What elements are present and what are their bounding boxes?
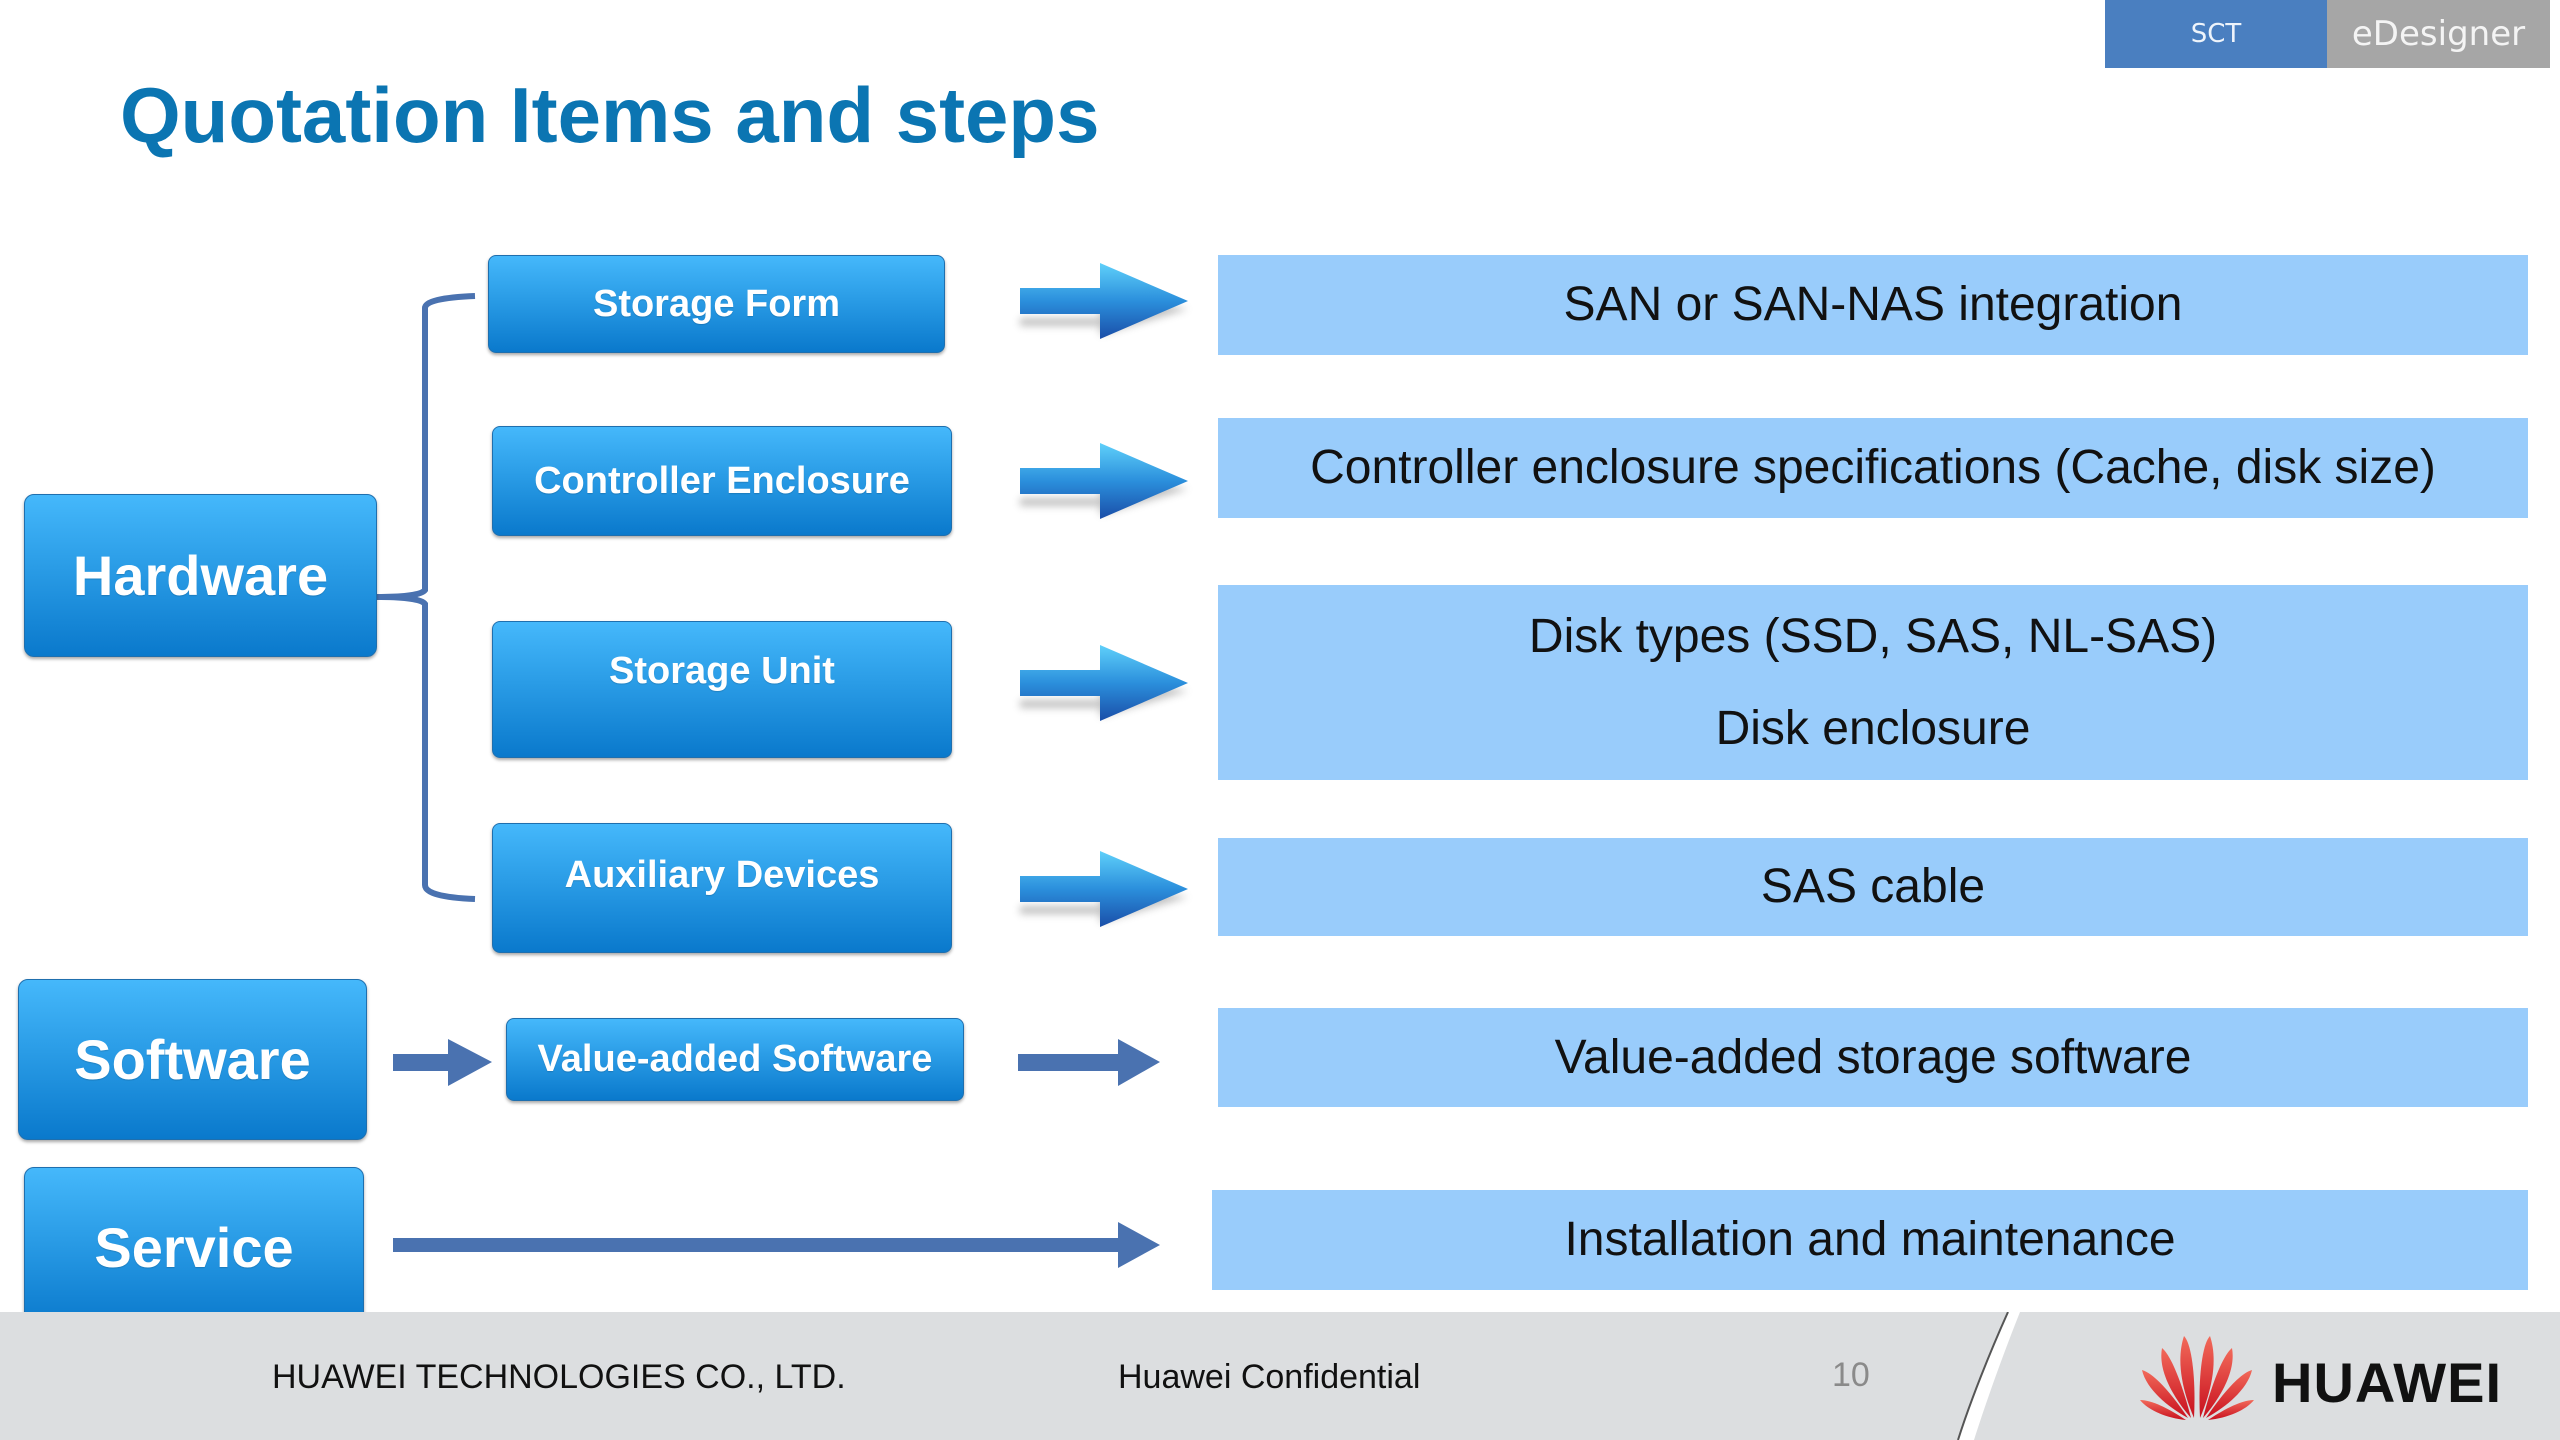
category-software[interactable]: Software (18, 979, 367, 1140)
description-text: Value-added storage software (1554, 1030, 2192, 1084)
item-auxiliary-devices[interactable]: Auxiliary Devices (492, 823, 952, 953)
description-auxiliary-devices: SAS cable (1218, 838, 2528, 936)
item-value-added-software[interactable]: Value-added Software (506, 1018, 964, 1101)
description-storage-form: SAN or SAN-NAS integration (1218, 255, 2528, 355)
footer-confidential: Huawei Confidential (1118, 1358, 1421, 1396)
item-controller-enclosure[interactable]: Controller Enclosure (492, 426, 952, 536)
huawei-logo-icon (2140, 1336, 2254, 1420)
arrow-icon-value-added-to-panel (1018, 1039, 1160, 1086)
arrow-icon-auxiliary-devices (1020, 851, 1188, 927)
hardware-bracket-connector (376, 293, 476, 600)
description-text: Disk enclosure (1715, 701, 2031, 755)
arrow-icon-storage-form (1020, 263, 1188, 339)
description-controller-enclosure: Controller enclosure specifications (Cac… (1218, 418, 2528, 518)
footer-divider-curve (1957, 1312, 2020, 1440)
item-storage-form[interactable]: Storage Form (488, 255, 945, 353)
page-number: 10 (1832, 1356, 1870, 1394)
description-text: SAN or SAN-NAS integration (1563, 278, 2183, 331)
description-text: Installation and maintenance (1564, 1213, 2176, 1266)
arrow-icon-storage-unit (1020, 645, 1188, 721)
category-service[interactable]: Service (24, 1167, 364, 1327)
description-text: SAS cable (1760, 860, 1986, 913)
hardware-bracket-connector-lower (376, 594, 476, 902)
arrow-icon-software-to-value-added (393, 1039, 492, 1086)
description-text: Disk types (SSD, SAS, NL-SAS) (1528, 609, 2218, 663)
item-storage-unit[interactable]: Storage Unit (492, 621, 952, 758)
huawei-logo-text: HUAWEI (2272, 1351, 2502, 1414)
footer-company: HUAWEI TECHNOLOGIES CO., LTD. (272, 1358, 846, 1396)
description-storage-unit: Disk types (SSD, SAS, NL-SAS) Disk enclo… (1218, 585, 2528, 780)
arrow-icon-service-to-panel (393, 1222, 1160, 1268)
description-service: Installation and maintenance (1212, 1190, 2528, 1290)
category-hardware[interactable]: Hardware (24, 494, 377, 657)
description-text: Controller enclosure specifications (Cac… (1310, 441, 2436, 494)
arrow-icon-controller-enclosure (1020, 443, 1188, 519)
description-value-added-software: Value-added storage software (1218, 1008, 2528, 1107)
